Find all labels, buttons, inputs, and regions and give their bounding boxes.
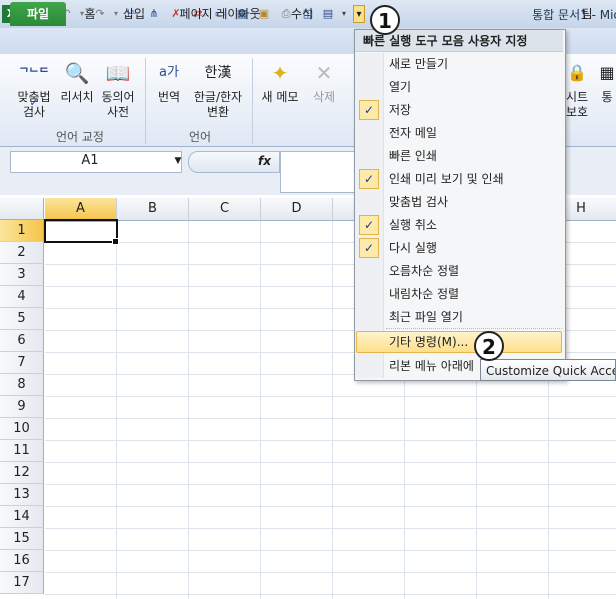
- menu-item-sort-descending[interactable]: 내림차순 정렬: [389, 284, 459, 304]
- translate-button[interactable]: a가 번역: [150, 58, 188, 105]
- callout-2: 2: [474, 331, 504, 361]
- tab-insert[interactable]: 삽입: [116, 4, 152, 24]
- formula-input[interactable]: [280, 151, 356, 193]
- row-header-16[interactable]: 16: [0, 550, 44, 572]
- group-separator: [145, 58, 146, 144]
- menu-item-sort-ascending[interactable]: 오름차순 정렬: [389, 261, 459, 281]
- menu-item-show-below-ribbon[interactable]: 리본 메뉴 아래에: [389, 356, 474, 376]
- menu-item-undo[interactable]: 실행 취소: [389, 215, 437, 235]
- menu-item-new[interactable]: 새로 만들기: [389, 54, 448, 74]
- check-icon: ✓: [359, 238, 379, 258]
- check-icon: ✓: [359, 215, 379, 235]
- menu-item-email[interactable]: 전자 메일: [389, 123, 437, 143]
- delete-comment-label: 삭제: [312, 90, 336, 104]
- column-header-b[interactable]: B: [117, 198, 189, 221]
- delete-comment-button[interactable]: ✕ 삭제: [306, 58, 342, 105]
- row-header-9[interactable]: 9: [0, 396, 44, 418]
- spellcheck-button[interactable]: ᄀᄂᄃ✓ 맞춤법 검사: [12, 58, 56, 120]
- menu-item-redo[interactable]: 다시 실행: [389, 238, 437, 258]
- hanja-icon: 한漢: [204, 65, 232, 81]
- tab-home[interactable]: 홈: [76, 4, 104, 24]
- row-header-15[interactable]: 15: [0, 528, 44, 550]
- tab-page-layout[interactable]: 페이지 레이아웃: [168, 4, 272, 24]
- protect-sheet-icon: 🔒: [567, 63, 587, 82]
- protect-sheet-button[interactable]: 🔒 시트 보호: [562, 58, 592, 120]
- menu-item-spelling[interactable]: 맞춤법 검사: [389, 192, 448, 212]
- protect-workbook-label: 통: [601, 90, 613, 104]
- customize-qat-dropdown-button[interactable]: ▾: [353, 5, 365, 23]
- row-header-2[interactable]: 2: [0, 242, 44, 264]
- menu-item-quick-print[interactable]: 빠른 인쇄: [389, 146, 437, 166]
- new-comment-button[interactable]: ✦ 새 메모: [258, 58, 302, 105]
- row-header-14[interactable]: 14: [0, 506, 44, 528]
- row-header-1[interactable]: 1: [0, 220, 44, 242]
- group-label-language: 언어: [188, 130, 212, 144]
- tab-team[interactable]: 팀: [572, 4, 602, 24]
- callout-1: 1: [370, 5, 400, 35]
- menu-item-save[interactable]: 저장: [389, 100, 411, 120]
- protect-workbook-icon: ▦: [599, 63, 615, 82]
- menu-item-recent-file[interactable]: 최근 파일 열기: [389, 307, 463, 327]
- row-header-8[interactable]: 8: [0, 374, 44, 396]
- spellcheck-label: 맞춤법 검사: [17, 90, 51, 119]
- tab-formulas[interactable]: 수식: [284, 4, 320, 24]
- name-box-dropdown-icon[interactable]: ▼: [172, 151, 184, 171]
- protect-workbook-button[interactable]: ▦ 통: [598, 58, 616, 105]
- menu-separator: [386, 328, 562, 329]
- thesaurus-button[interactable]: 📖 동의어 사전: [98, 58, 138, 120]
- check-icon: ✓: [359, 100, 379, 120]
- translate-icon: a가: [159, 65, 179, 80]
- thesaurus-label: 동의어 사전: [101, 90, 135, 119]
- row-header-3[interactable]: 3: [0, 264, 44, 286]
- fill-handle[interactable]: [112, 238, 119, 245]
- delete-comment-icon: ✕: [315, 61, 333, 85]
- tooltip: Customize Quick Access: [480, 359, 616, 381]
- thesaurus-icon: 📖: [105, 61, 131, 85]
- column-header-c[interactable]: C: [189, 198, 261, 221]
- research-icon: 🔍: [64, 61, 90, 85]
- menu-item-more-commands[interactable]: 기타 명령(M)...: [389, 332, 468, 352]
- research-label: 리서치: [60, 90, 94, 104]
- hanja-convert-button[interactable]: 한漢 한글/한자 변환: [190, 58, 246, 120]
- spellcheck-icon: ᄀᄂᄃ✓: [18, 66, 50, 109]
- group-separator: [252, 58, 253, 144]
- menu-item-print-preview[interactable]: 인쇄 미리 보기 및 인쇄: [389, 169, 504, 189]
- table-dropdown-icon[interactable]: ▾: [336, 6, 352, 22]
- row-header-7[interactable]: 7: [0, 352, 44, 374]
- active-cell-a1[interactable]: [44, 219, 118, 243]
- menu-item-open[interactable]: 열기: [389, 77, 411, 97]
- row-header-17[interactable]: 17: [0, 572, 44, 594]
- new-comment-icon: ✦: [271, 61, 289, 85]
- row-header-10[interactable]: 10: [0, 418, 44, 440]
- row-header-6[interactable]: 6: [0, 330, 44, 352]
- new-comment-label: 새 메모: [261, 90, 299, 104]
- column-header-d[interactable]: D: [261, 198, 333, 221]
- protect-sheet-label: 시트 보호: [565, 90, 589, 119]
- row-header-5[interactable]: 5: [0, 308, 44, 330]
- row-header-4[interactable]: 4: [0, 286, 44, 308]
- row-header-11[interactable]: 11: [0, 440, 44, 462]
- row-header-12[interactable]: 12: [0, 462, 44, 484]
- select-all-corner[interactable]: [0, 198, 44, 220]
- group-label-proofing: 언어 교정: [56, 130, 104, 144]
- tab-file[interactable]: 파일: [10, 2, 66, 26]
- check-icon: ✓: [359, 169, 379, 189]
- hanja-label: 한글/한자 변환: [193, 90, 243, 119]
- row-header-13[interactable]: 13: [0, 484, 44, 506]
- insert-function-icon[interactable]: fx: [258, 151, 278, 171]
- table-icon[interactable]: ▤: [320, 6, 336, 22]
- translate-label: 번역: [157, 90, 181, 104]
- research-button[interactable]: 🔍 리서치: [58, 58, 96, 105]
- name-box-value: A1: [81, 153, 99, 168]
